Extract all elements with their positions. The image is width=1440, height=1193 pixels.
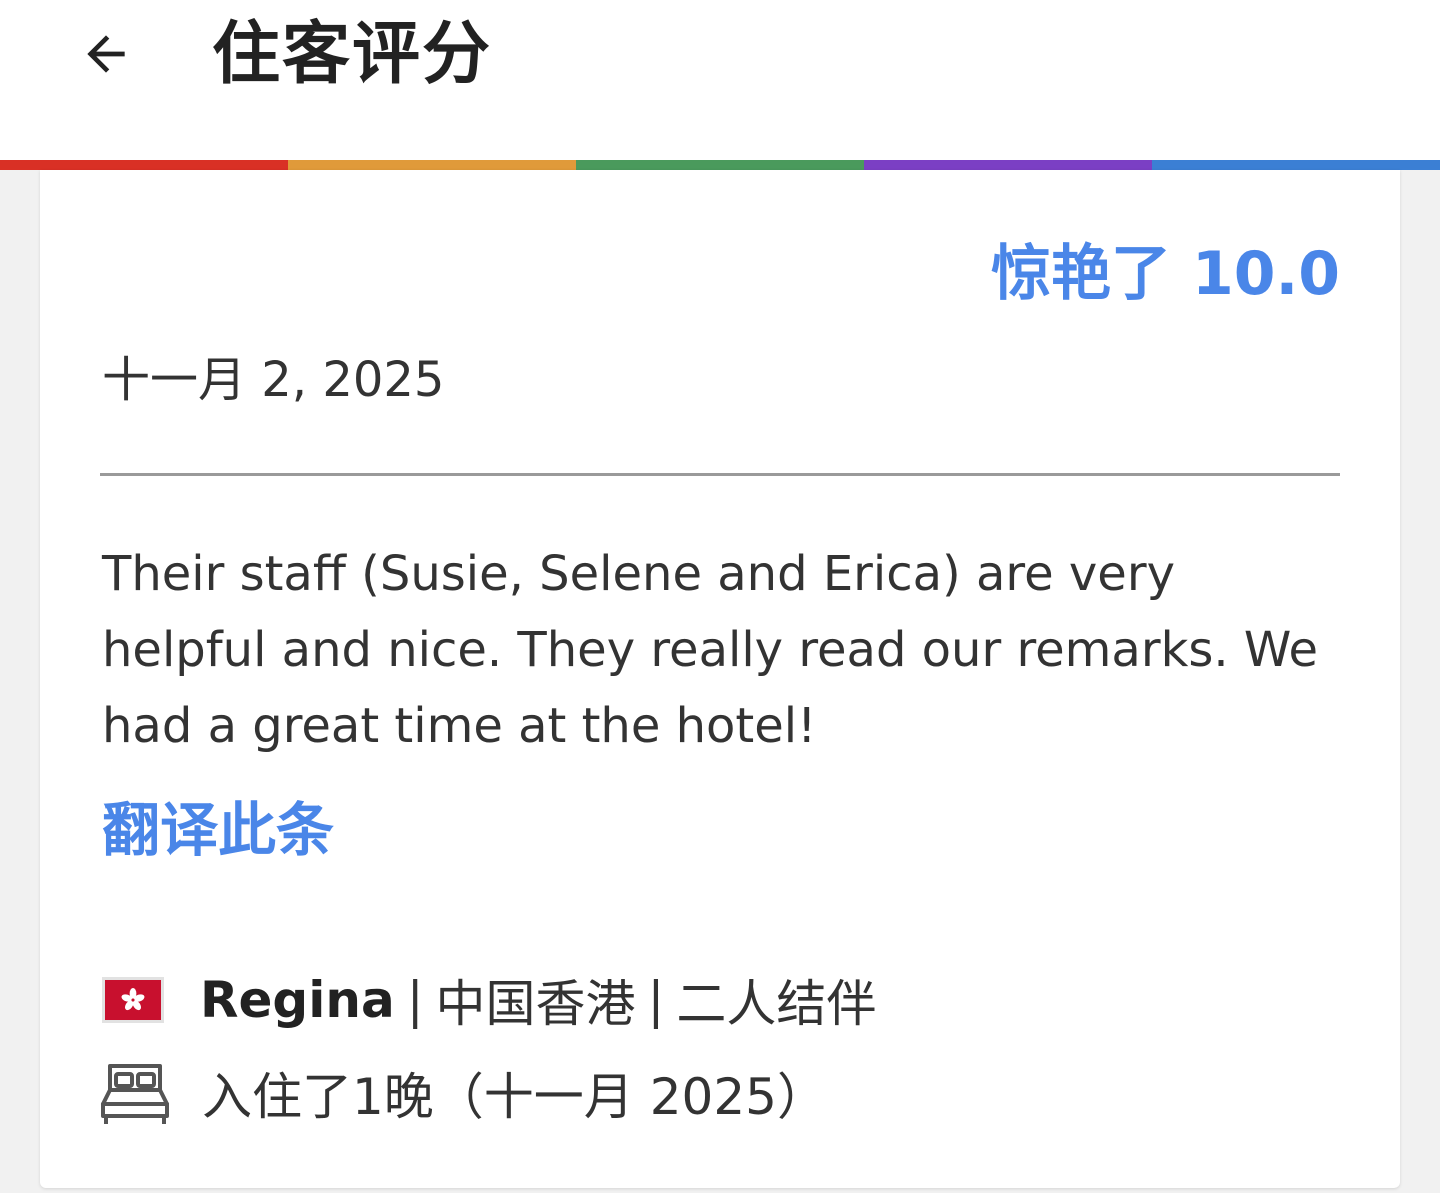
rainbow-segment-blue (1152, 160, 1440, 170)
hong-kong-flag-icon (102, 977, 164, 1023)
divider (100, 473, 1340, 476)
review-score: 惊艳了 10.0 (991, 239, 1340, 309)
traveler-type: 二人结伴 (676, 975, 877, 1033)
reviewer-name: Regina (200, 971, 395, 1029)
rainbow-segment-orange (288, 160, 576, 170)
reviewer-region: 中国香港 (435, 975, 636, 1033)
arrow-left-icon (78, 26, 134, 86)
app-root: 住客评分 惊艳了 10.0 十一月 2, 2025 Their staff (S… (0, 0, 1440, 1193)
stay-details: 入住了1晚（十一月 2025） (202, 1068, 827, 1126)
page-title: 住客评分 (212, 15, 493, 94)
back-button[interactable] (62, 20, 150, 92)
top-app-bar: 住客评分 (0, 0, 1440, 160)
separator: | (406, 971, 424, 1029)
rainbow-segment-red (0, 160, 288, 170)
stay-info: 入住了1晚（十一月 2025） (98, 1054, 827, 1132)
bed-icon (98, 1058, 172, 1128)
translate-button[interactable]: 翻译此条 (102, 792, 334, 868)
rainbow-accent-bar (0, 160, 1440, 170)
rainbow-segment-green (576, 160, 864, 170)
review-text: Their staff (Susie, Selene and Erica) ar… (102, 546, 1319, 754)
review-date: 十一月 2, 2025 (102, 352, 445, 408)
rainbow-segment-purple (864, 160, 1152, 170)
review-card: 惊艳了 10.0 十一月 2, 2025 Their staff (Susie,… (40, 170, 1400, 1188)
separator: | (647, 971, 665, 1029)
reviewer-info: Regina | 中国香港 | 二人结伴 (102, 965, 876, 1035)
